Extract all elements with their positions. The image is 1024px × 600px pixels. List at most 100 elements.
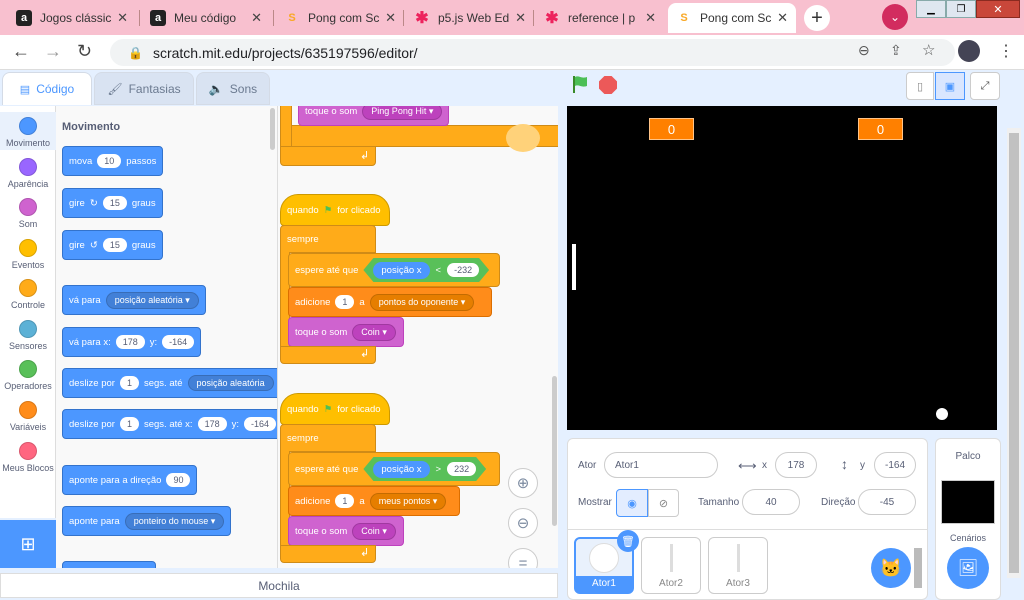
block-input[interactable]: 1 <box>119 376 139 390</box>
reload-icon[interactable]: ↻ <box>77 41 92 62</box>
block-dropdown[interactable]: posição aleatória <box>187 375 274 391</box>
block-forever[interactable]: sempre <box>280 225 376 253</box>
backpack-bar[interactable]: Mochila <box>0 573 558 598</box>
block-point-towards[interactable]: aponte para ponteiro do mouse ▾ <box>62 506 232 536</box>
reporter-x-position[interactable]: posição x <box>373 461 429 478</box>
block-turn-right[interactable]: gire ↻ 15 graus <box>62 188 163 218</box>
sprite-thumb-ator2[interactable]: Ator2 <box>641 537 701 594</box>
size-field[interactable]: 40 <box>742 489 800 515</box>
block-input[interactable]: -232 <box>447 263 479 277</box>
block-play-sound[interactable]: toque o som Coin ▾ <box>288 317 404 347</box>
block-move[interactable]: mova 10 passos <box>62 146 164 176</box>
block-play-sound[interactable]: toque o som Coin ▾ <box>288 516 404 546</box>
block-goto-xy[interactable]: vá para x: 178 y: -164 <box>62 327 202 357</box>
block-dropdown[interactable]: Coin ▾ <box>352 323 396 341</box>
delete-sprite-icon[interactable]: 🗑 <box>617 530 639 552</box>
bookmark-star-icon[interactable]: ☆ <box>922 41 935 59</box>
workspace-scrollbar[interactable] <box>552 376 557 526</box>
page-scrollbar-thumb[interactable] <box>1009 133 1019 573</box>
block-input[interactable]: 10 <box>97 154 122 168</box>
category-looks[interactable]: Aparência <box>0 158 56 189</box>
close-icon[interactable]: ✕ <box>645 10 656 26</box>
menu-kebab-icon[interactable]: ⋮ <box>998 41 1014 61</box>
fullscreen-icon[interactable]: ⤢ <box>970 72 1000 100</box>
block-forever[interactable]: sempre <box>280 424 376 452</box>
back-icon[interactable]: ← <box>12 41 30 62</box>
stage[interactable]: 0 0 <box>567 106 997 430</box>
block-change-variable[interactable]: adicione 1 a pontos do oponente ▾ <box>288 287 492 317</box>
block-turn-left[interactable]: gire ↺ 15 graus <box>62 230 163 260</box>
block-point-direction[interactable]: aponte para a direção 90 <box>62 465 198 495</box>
sprite-name-field[interactable]: Ator1 <box>604 452 718 478</box>
block-dropdown[interactable]: pontos do oponente ▾ <box>369 293 475 311</box>
block-play-sound[interactable]: toque o som Ping Pong Hit ▾ <box>298 106 450 126</box>
x-field[interactable]: 178 <box>775 452 817 478</box>
block-input[interactable]: 1 <box>119 417 139 431</box>
share-icon[interactable]: ⇪ <box>890 42 902 59</box>
close-icon[interactable]: ✕ <box>117 10 128 26</box>
browser-tab-4[interactable]: ✱ p5.js Web Ed ✕ <box>406 3 534 33</box>
block-glide-xy[interactable]: deslize por 1 segs. até x: 178 y: -164 <box>62 409 277 439</box>
address-bar[interactable]: 🔒 scratch.mit.edu/projects/635197596/edit… <box>110 39 955 66</box>
browser-tab-1[interactable]: a Jogos clássic ✕ <box>8 3 136 33</box>
direction-field[interactable]: -45 <box>858 489 916 515</box>
paddle-sprite[interactable] <box>572 244 576 290</box>
zoom-in-icon[interactable]: ⊕ <box>508 468 538 498</box>
category-variables[interactable]: Variáveis <box>0 401 56 432</box>
block-dropdown[interactable]: Coin ▾ <box>352 522 396 540</box>
browser-tab-3[interactable]: S Pong com Sc ✕ <box>276 3 404 33</box>
tab-search-icon[interactable]: ⌄ <box>882 4 908 30</box>
block-goto[interactable]: vá para posição aleatória ▾ <box>62 285 206 315</box>
add-extension-icon[interactable]: ⊞ <box>0 520 56 568</box>
zoom-icon[interactable]: ⊖ <box>858 42 870 59</box>
block-partial[interactable] <box>62 561 156 568</box>
palette-scrollbar[interactable] <box>270 108 275 150</box>
show-visible-icon[interactable]: ◉ <box>616 489 648 517</box>
choose-backdrop-icon[interactable]: 🖼 <box>947 547 989 589</box>
window-close-icon[interactable]: ✕ <box>976 0 1020 18</box>
close-icon[interactable]: ✕ <box>251 10 262 26</box>
minimize-icon[interactable]: ▁ <box>916 0 946 18</box>
block-input[interactable]: 178 <box>197 417 227 431</box>
block-input[interactable]: 15 <box>102 196 127 210</box>
block-input[interactable]: 1 <box>335 494 355 508</box>
green-flag-icon[interactable] <box>570 74 590 94</box>
block-when-flag-clicked[interactable]: quando ⚑ for clicado <box>280 194 390 226</box>
forward-icon[interactable]: → <box>44 41 62 62</box>
category-sound[interactable]: Som <box>0 198 56 229</box>
operator-lt[interactable]: posição x < -232 <box>363 258 489 282</box>
category-operators[interactable]: Operadores <box>0 360 56 391</box>
block-glide[interactable]: deslize por 1 segs. até posição aleatória <box>62 368 277 398</box>
hide-icon[interactable]: ⊘ <box>648 489 679 517</box>
stop-icon[interactable] <box>599 76 617 94</box>
block-wait-until[interactable]: espere até que posição x < -232 <box>288 253 500 287</box>
block-input[interactable]: 15 <box>102 238 127 252</box>
close-icon[interactable]: ✕ <box>515 10 526 26</box>
new-tab-icon[interactable]: + <box>804 5 830 31</box>
block-when-flag-clicked[interactable]: quando ⚑ for clicado <box>280 393 390 425</box>
sprite-thumb-ator3[interactable]: Ator3 <box>708 537 768 594</box>
browser-tab-2[interactable]: a Meu código ✕ <box>142 3 270 33</box>
close-icon[interactable]: ✕ <box>777 10 788 26</box>
reporter-x-position[interactable]: posição x <box>373 262 429 279</box>
block-input[interactable]: -164 <box>162 335 195 349</box>
block-input[interactable]: -164 <box>243 417 276 431</box>
browser-tab-active[interactable]: S Pong com Sc ✕ <box>668 3 796 33</box>
close-icon[interactable]: ✕ <box>385 10 396 26</box>
category-my-blocks[interactable]: Meus Blocos <box>0 442 56 473</box>
normal-stage-icon[interactable]: ▣ <box>935 72 965 100</box>
profile-avatar[interactable] <box>958 40 980 62</box>
block-wait-until[interactable]: espere até que posição x >232 <box>288 452 500 486</box>
block-dropdown[interactable]: posição aleatória ▾ <box>105 291 199 309</box>
page-scrollbar-track[interactable] <box>1007 128 1021 578</box>
block-dropdown[interactable]: meus pontos ▾ <box>369 492 447 510</box>
small-stage-icon[interactable]: ▯ <box>906 72 934 100</box>
stage-thumbnail[interactable] <box>941 480 995 524</box>
block-input[interactable]: 90 <box>166 473 191 487</box>
category-control[interactable]: Controle <box>0 279 56 310</box>
restore-icon[interactable]: ❐ <box>946 0 976 18</box>
category-events[interactable]: Eventos <box>0 239 56 270</box>
choose-sprite-icon[interactable]: 🐱 <box>871 548 911 588</box>
category-sensing[interactable]: Sensores <box>0 320 56 351</box>
zoom-reset-icon[interactable]: = <box>508 548 538 568</box>
